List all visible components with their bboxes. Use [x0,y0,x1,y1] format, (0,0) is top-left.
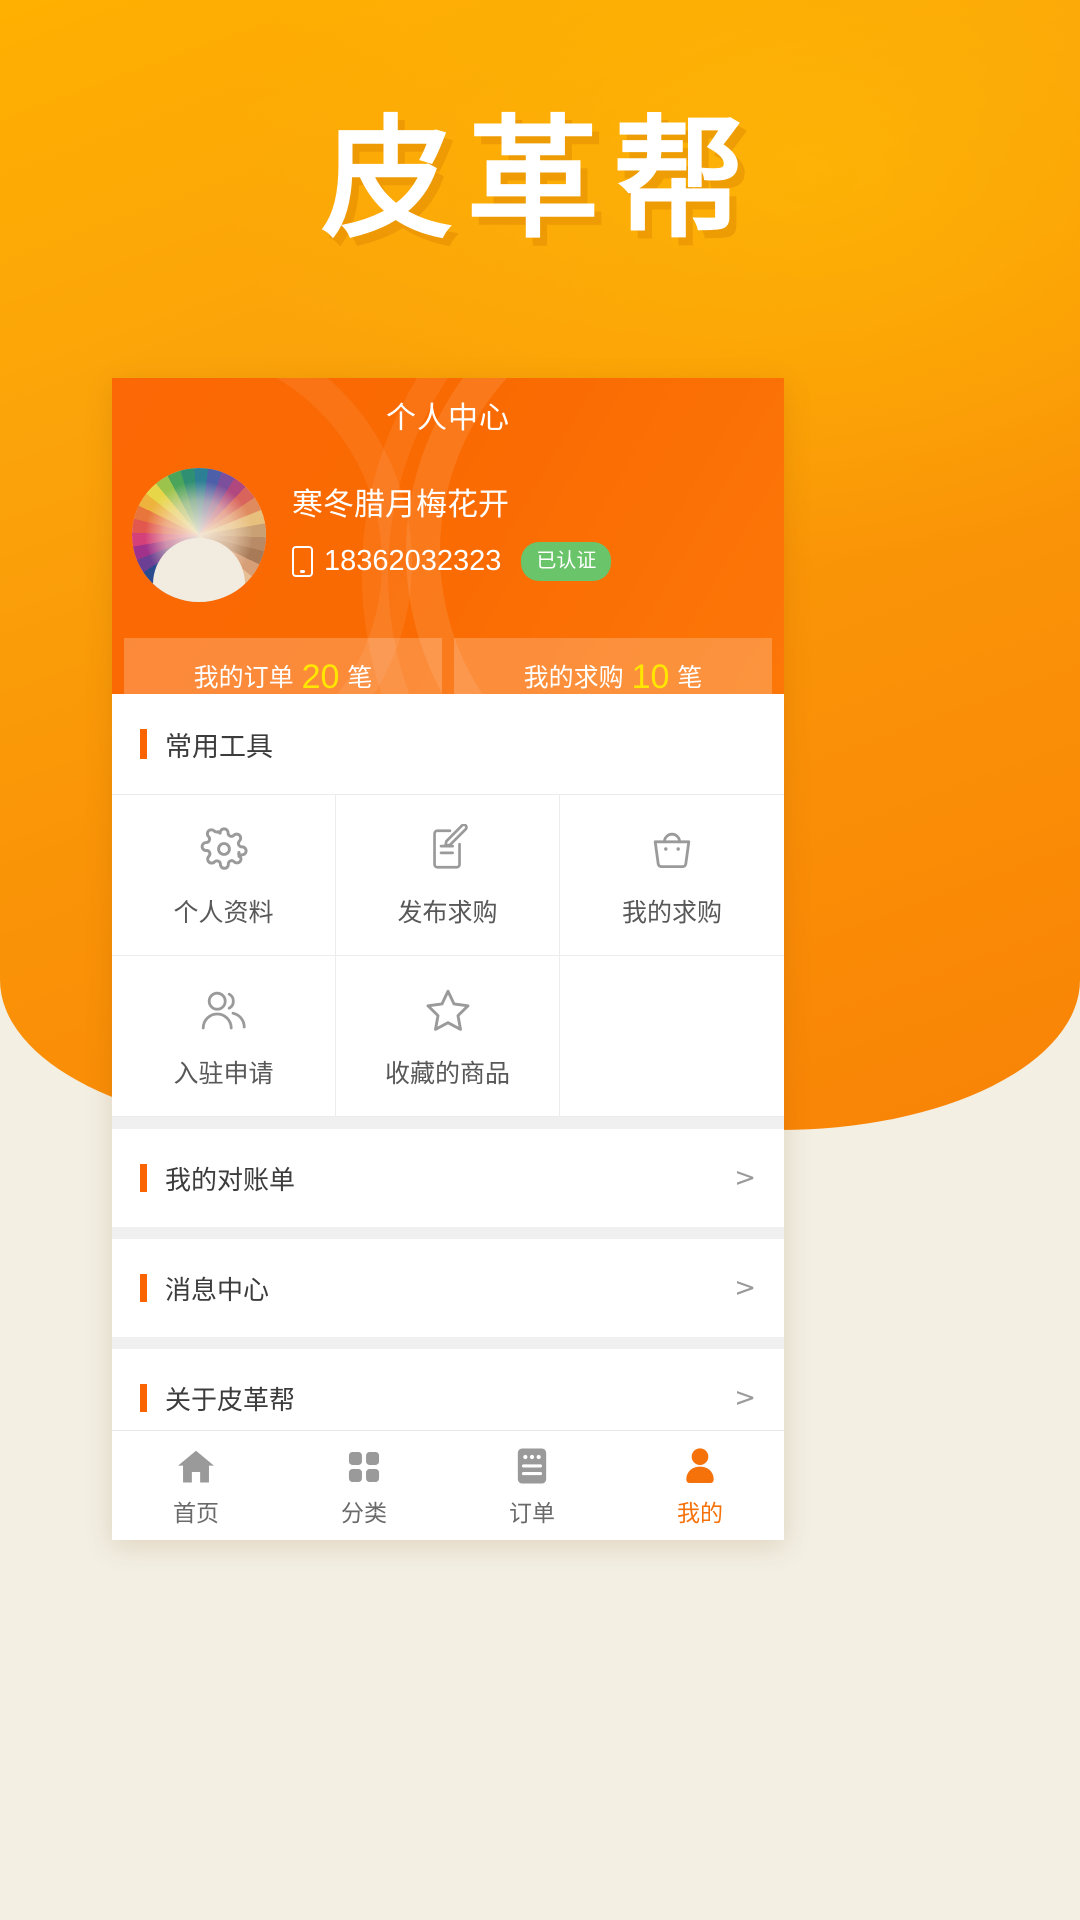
shopping-bag-icon [647,821,697,877]
tab-label: 分类 [341,1499,387,1526]
tools-section: 常用工具 个人资料 发布求购 我的求购 入驻申请 收藏的商品 [112,694,784,1117]
user-name: 寒冬腊月梅花开 [292,487,509,522]
stat-my-orders-label: 我的订单 [193,664,294,692]
tool-item-label: 收藏的商品 [384,1060,510,1088]
stat-my-purchases-label: 我的求购 [523,664,624,692]
gear-icon [199,821,249,877]
tab-mine[interactable]: 我的 [616,1431,784,1540]
stat-my-purchases[interactable]: 我的求购 10 笔 [454,638,772,694]
profile-info: 寒冬腊月梅花开 18362032323 已认证 [292,487,612,581]
accent-bar [140,1384,147,1412]
star-icon [421,982,475,1038]
page-title: 个人中心 [386,402,510,435]
profile-card: 个人中心 寒冬腊月梅花开 18362032323 已认证 我的订单 20 笔 我… [112,378,784,1540]
tool-item-profile[interactable]: 个人资料 [112,795,336,956]
profile-phone-row: 18362032323 已认证 [292,542,612,581]
accent-bar [140,729,147,759]
stat-my-orders[interactable]: 我的订单 20 笔 [124,638,442,694]
tab-home[interactable]: 首页 [112,1431,280,1540]
list-item-label: 消息中心 [165,1274,270,1305]
document-edit-icon [424,821,472,877]
grid-icon [344,1444,384,1486]
tool-item-publish-purchase[interactable]: 发布求购 [336,795,560,956]
tool-item-label: 个人资料 [173,899,274,927]
chevron-right-icon: > [734,1383,756,1413]
tool-item-label: 入驻申请 [173,1060,274,1088]
stat-my-purchases-value: 10 [631,658,670,694]
order-list-icon [514,1444,550,1486]
tool-item-merchant-apply[interactable]: 入驻申请 [112,956,336,1117]
stat-my-purchases-unit: 笔 [677,664,703,692]
list-item-message-center[interactable]: 消息中心 > [112,1239,784,1337]
tools-section-title: 常用工具 [112,694,784,795]
tool-item-empty-slot [560,956,784,1117]
card-header: 个人中心 寒冬腊月梅花开 18362032323 已认证 我的订单 20 笔 我… [112,378,784,694]
list-item-statement[interactable]: 我的对账单 > [112,1129,784,1227]
list-item-label: 我的对账单 [165,1164,296,1195]
bottom-tab-bar: 首页 分类 订单 我的 [112,1430,784,1540]
tool-item-label: 我的求购 [621,899,722,927]
tool-item-label: 发布求购 [397,899,498,927]
tab-label: 我的 [677,1499,723,1526]
chevron-right-icon: > [734,1273,756,1303]
list-item-label: 关于皮革帮 [165,1384,296,1415]
accent-bar [140,1164,147,1192]
stat-my-orders-value: 20 [301,658,340,694]
tool-item-favorites[interactable]: 收藏的商品 [336,956,560,1117]
users-icon [197,982,251,1038]
tools-grid: 个人资料 发布求购 我的求购 入驻申请 收藏的商品 [112,795,784,1117]
stat-my-orders-unit: 笔 [347,664,373,692]
chevron-right-icon: > [734,1163,756,1193]
user-phone: 18362032323 [324,545,502,577]
tools-section-title-text: 常用工具 [165,731,273,762]
accent-bar [140,1274,147,1302]
tool-item-my-purchases[interactable]: 我的求购 [560,795,784,956]
tab-order[interactable]: 订单 [448,1431,616,1540]
stats-row: 我的订单 20 笔 我的求购 10 笔 [112,638,784,694]
status-badge: 已认证 [521,542,612,581]
app-logo: 皮革帮 [0,103,1080,257]
home-icon [175,1444,217,1486]
phone-icon [292,546,313,577]
tab-category[interactable]: 分类 [280,1431,448,1540]
tab-label: 首页 [173,1499,219,1526]
page-root: 皮革帮 个人中心 寒冬腊月梅花开 18362032323 已认证 我的订单 20… [0,0,1080,1920]
app-logo-text: 皮革帮 [321,103,759,257]
tab-label: 订单 [509,1499,555,1526]
person-icon [681,1444,719,1486]
profile-block[interactable]: 寒冬腊月梅花开 18362032323 已认证 [112,434,784,602]
avatar[interactable] [132,468,266,602]
